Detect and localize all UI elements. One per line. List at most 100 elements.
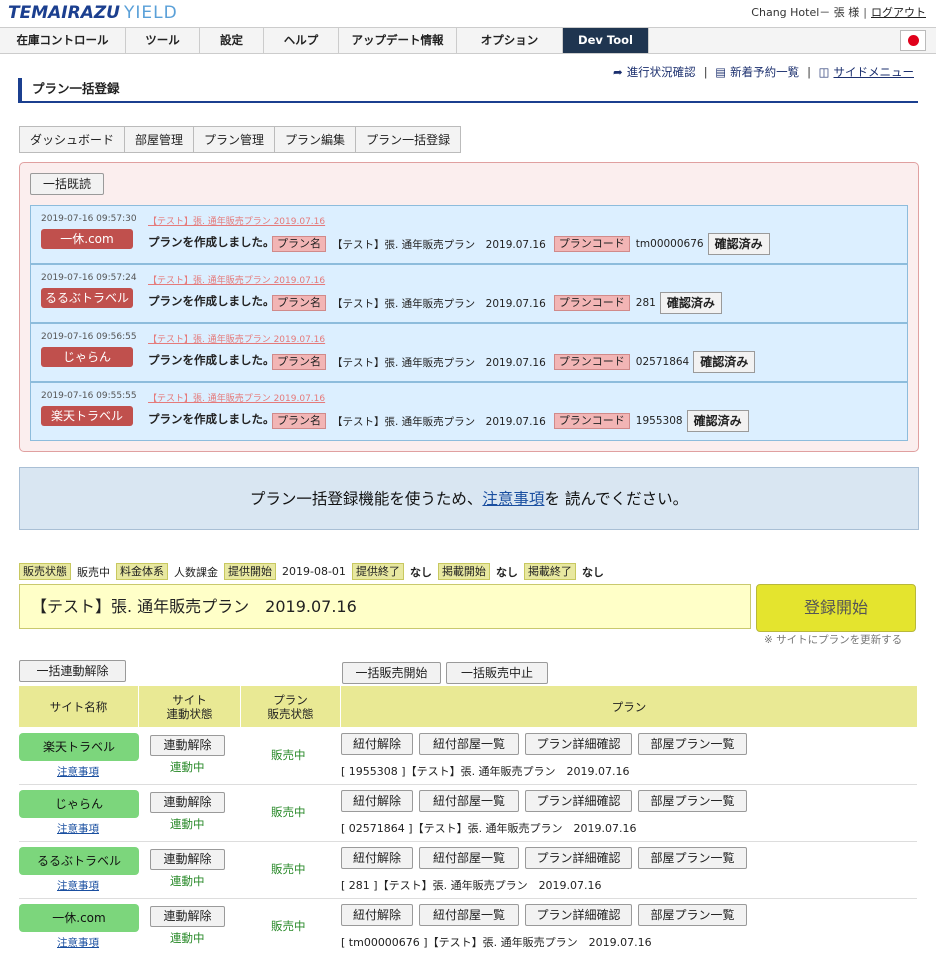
plan-name-value: 【テスト】張. 通年販売プラン 2019.07.16 [332, 415, 546, 428]
precautions-link[interactable]: 注意事項 [57, 878, 99, 893]
linked-rooms-button[interactable]: 紐付部屋一覧 [419, 790, 519, 812]
plan-name-value: 【テスト】張. 通年販売プラン 2019.07.16 [332, 356, 546, 369]
progress-link[interactable]: 進行状況確認 [627, 65, 696, 79]
post-start-tag: 掲載開始 [437, 563, 490, 580]
unbind-button[interactable]: 紐付解除 [341, 847, 413, 869]
provide-start-tag: 提供開始 [224, 563, 276, 580]
confirmed-button[interactable]: 確認済み [707, 233, 770, 255]
logout-link[interactable]: ログアウト [871, 6, 926, 19]
nav-updates[interactable]: アップデート情報 [339, 28, 457, 53]
bulk-sale-stop-button[interactable]: 一括販売中止 [446, 662, 548, 684]
notification-plan-link[interactable]: 【テスト】張. 通年販売プラン 2019.07.16 [148, 273, 325, 286]
side-menu-link[interactable]: サイドメニュー [834, 65, 915, 79]
site-name-button[interactable]: じゃらん [19, 790, 139, 818]
unlink-button[interactable]: 連動解除 [150, 792, 225, 813]
hotel-user-name: Chang Hotel－ 張 様 [751, 6, 860, 19]
nav-settings[interactable]: 設定 [200, 28, 264, 53]
new-reservations-link[interactable]: 新着予約一覧 [730, 65, 799, 79]
room-plan-list-button[interactable]: 部屋プラン一覧 [638, 904, 747, 926]
japan-flag-icon[interactable] [900, 30, 926, 51]
notice-banner: プラン一括登録機能を使うため、注意事項を 読んでください。 [19, 467, 919, 530]
confirmed-button[interactable]: 確認済み [686, 410, 749, 432]
link-status-text: 連動中 [170, 817, 205, 831]
confirmed-button[interactable]: 確認済み [693, 351, 756, 373]
link-status-text: 連動中 [170, 931, 205, 945]
site-name-button[interactable]: るるぶトラベル [19, 847, 139, 875]
banner-text-post: を 読んでください。 [544, 490, 689, 508]
bulk-sale-start-button[interactable]: 一括販売開始 [342, 662, 441, 684]
nav-help[interactable]: ヘルプ [264, 28, 339, 53]
precautions-link[interactable]: 注意事項 [57, 821, 99, 836]
plan-code-value: tm00000676 [635, 238, 704, 250]
notification-plan-link[interactable]: 【テスト】張. 通年販売プラン 2019.07.16 [148, 332, 325, 345]
precautions-link[interactable]: 注意事項 [57, 935, 99, 950]
precautions-link[interactable]: 注意事項 [57, 764, 99, 779]
notification-message: プランを作成しました。 [148, 412, 275, 426]
plan-code-value: 281 [635, 297, 656, 309]
notification-plan-link[interactable]: 【テスト】張. 通年販売プラン 2019.07.16 [148, 391, 325, 404]
tab-bulk-plan-registration[interactable]: プラン一括登録 [355, 126, 462, 153]
notification-site-badge: るるぶトラベル [41, 288, 133, 308]
notification-plan-link[interactable]: 【テスト】張. 通年販売プラン 2019.07.16 [148, 214, 325, 227]
plan-detail-button[interactable]: プラン詳細確認 [525, 790, 632, 812]
plan-detail-button[interactable]: プラン詳細確認 [525, 733, 632, 755]
notification-time: 2019-07-16 09:57:24 [41, 273, 137, 283]
tab-room-management[interactable]: 部屋管理 [124, 126, 194, 153]
plan-detail-button[interactable]: プラン詳細確認 [525, 847, 632, 869]
header-link-status: サイト 連動状態 [139, 686, 241, 727]
mark-all-read-button[interactable]: 一括既読 [30, 173, 104, 195]
header-plan: プラン [341, 686, 917, 727]
nav-options[interactable]: オプション [457, 28, 563, 53]
site-name-button[interactable]: 楽天トラベル [19, 733, 139, 761]
page-title: プラン一括登録 [18, 78, 918, 103]
sale-status-value: 販売中 [77, 565, 110, 579]
room-plan-list-button[interactable]: 部屋プラン一覧 [638, 790, 747, 812]
unlink-button[interactable]: 連動解除 [150, 849, 225, 870]
notification-time: 2019-07-16 09:57:30 [41, 214, 137, 224]
nav-inventory-control[interactable]: 在庫コントロール [0, 28, 126, 53]
app-logo: TEMAIRAZU YIELD [8, 3, 178, 23]
plan-description: [ 281 ]【テスト】張. 通年販売プラン 2019.07.16 [341, 879, 602, 892]
unlink-button[interactable]: 連動解除 [150, 735, 225, 756]
confirmed-button[interactable]: 確認済み [659, 292, 722, 314]
precautions-link[interactable]: 注意事項 [482, 490, 544, 508]
plan-status-row: 販売状態 販売中 料金体系 人数課金 提供開始 2019-08-01 提供終了 なし 掲載開始な… [19, 563, 610, 580]
nav-tools[interactable]: ツール [126, 28, 200, 53]
tab-plan-management[interactable]: プラン管理 [193, 126, 275, 153]
room-plan-list-button[interactable]: 部屋プラン一覧 [638, 847, 747, 869]
notification-item: 2019-07-16 09:57:30 【テスト】張. 通年販売プラン 2019… [30, 205, 908, 264]
plan-detail-button[interactable]: プラン詳細確認 [525, 904, 632, 926]
plan-code-tag: プランコード [553, 354, 630, 370]
unbind-button[interactable]: 紐付解除 [341, 733, 413, 755]
header-sale-status: プラン 販売状態 [241, 686, 341, 727]
linked-rooms-button[interactable]: 紐付部屋一覧 [419, 847, 519, 869]
table-row: 一休.com 注意事項 連動解除 連動中 販売中 紐付解除 紐付部屋一覧 プラン… [19, 899, 917, 955]
header-site-name: サイト名称 [19, 686, 139, 727]
linked-rooms-button[interactable]: 紐付部屋一覧 [419, 733, 519, 755]
plan-name-tag: プラン名 [272, 236, 326, 252]
notification-time: 2019-07-16 09:55:55 [41, 391, 137, 401]
plan-name-tag: プラン名 [272, 354, 326, 370]
linked-rooms-button[interactable]: 紐付部屋一覧 [419, 904, 519, 926]
plan-code-value: 02571864 [635, 356, 690, 368]
unbind-button[interactable]: 紐付解除 [341, 904, 413, 926]
main-nav: 在庫コントロール ツール 設定 ヘルプ アップデート情報 オプション Dev T… [0, 27, 936, 54]
bulk-unlink-button[interactable]: 一括連動解除 [19, 660, 126, 682]
post-start-value: なし [495, 565, 518, 579]
notification-time: 2019-07-16 09:56:55 [41, 332, 137, 342]
post-end-value: なし [581, 565, 604, 579]
unbind-button[interactable]: 紐付解除 [341, 790, 413, 812]
tab-dashboard[interactable]: ダッシュボード [19, 126, 125, 153]
nav-dev-tool[interactable]: Dev Tool [563, 28, 649, 53]
unlink-button[interactable]: 連動解除 [150, 906, 225, 927]
start-registration-button[interactable]: 登録開始 [756, 584, 916, 632]
plan-title-box: 【テスト】張. 通年販売プラン 2019.07.16 [19, 584, 751, 629]
tab-plan-edit[interactable]: プラン編集 [274, 126, 356, 153]
notification-message: プランを作成しました。 [148, 294, 275, 308]
room-plan-list-button[interactable]: 部屋プラン一覧 [638, 733, 747, 755]
plan-description: [ 02571864 ]【テスト】張. 通年販売プラン 2019.07.16 [341, 822, 637, 835]
user-bar: Chang Hotel－ 張 様 | ログアウト [751, 6, 926, 19]
notification-item: 2019-07-16 09:56:55 【テスト】張. 通年販売プラン 2019… [30, 323, 908, 382]
site-name-button[interactable]: 一休.com [19, 904, 139, 932]
table-row: るるぶトラベル 注意事項 連動解除 連動中 販売中 紐付解除 紐付部屋一覧 プラ… [19, 842, 917, 899]
